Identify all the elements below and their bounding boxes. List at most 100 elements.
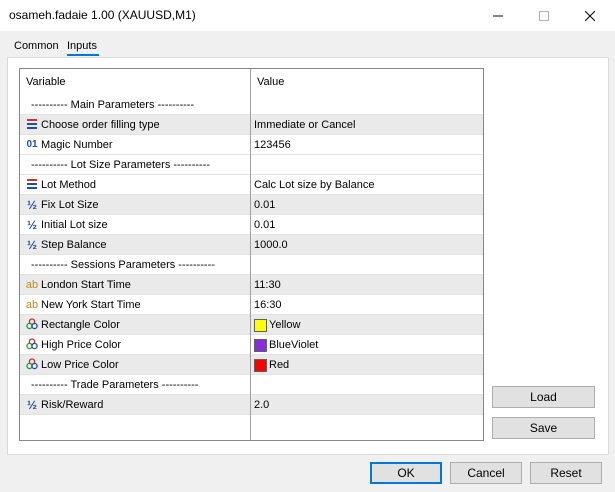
- value-text: Red: [269, 358, 290, 371]
- section-separator-row: ---------- Main Parameters ----------: [20, 95, 483, 115]
- active-tab-indicator: [67, 54, 99, 56]
- fraction-icon: ½: [26, 398, 37, 412]
- parameter-row[interactable]: High Price Color BlueViolet: [20, 335, 483, 355]
- variable-label: High Price Color: [41, 338, 122, 351]
- column-header-variable[interactable]: Variable: [20, 69, 250, 95]
- variable-cell: ½ Fix Lot Size: [20, 195, 250, 215]
- variable-cell: Rectangle Color: [20, 315, 250, 335]
- variable-cell: ½ Risk/Reward: [20, 395, 250, 415]
- variable-cell: ---------- Trade Parameters ----------: [20, 375, 250, 395]
- value-cell[interactable]: Calc Lot size by Balance: [251, 175, 483, 195]
- title-bar: osameh.fadaie 1.00 (XAUUSD,M1): [0, 0, 615, 31]
- variable-label: Step Balance: [41, 238, 107, 251]
- value-text: 0.01: [254, 198, 276, 211]
- fraction-icon: ½: [26, 238, 37, 252]
- value-cell[interactable]: Red: [251, 355, 483, 375]
- value-cell[interactable]: 123456: [251, 135, 483, 155]
- fraction-icon: ½: [26, 198, 37, 212]
- value-cell[interactable]: 16:30: [251, 295, 483, 315]
- value-text: 0.01: [254, 218, 276, 231]
- enum-icon: [25, 178, 39, 192]
- ok-button[interactable]: OK: [370, 462, 442, 484]
- variable-cell: ---------- Lot Size Parameters ---------…: [20, 155, 250, 175]
- load-button[interactable]: Load: [492, 386, 595, 408]
- value-cell[interactable]: 1000.0: [251, 235, 483, 255]
- value-cell[interactable]: 11:30: [251, 275, 483, 295]
- parameter-row[interactable]: ½ Risk/Reward 2.0: [20, 395, 483, 415]
- color-swatch[interactable]: [254, 358, 267, 372]
- variable-label: ---------- Main Parameters ----------: [31, 98, 195, 111]
- variable-label: ---------- Trade Parameters ----------: [31, 378, 199, 391]
- value-cell[interactable]: Immediate or Cancel: [251, 115, 483, 135]
- minimize-icon: [493, 15, 503, 16]
- parameter-row[interactable]: Choose order filling type Immediate or Ca…: [20, 115, 483, 135]
- value-cell[interactable]: 2.0: [251, 395, 483, 415]
- parameter-row[interactable]: ½ Fix Lot Size 0.01: [20, 195, 483, 215]
- parameter-row[interactable]: Lot Method Calc Lot size by Balance: [20, 175, 483, 195]
- inputs-grid: Variable Value ---------- Main Parameter…: [19, 68, 484, 441]
- value-cell[interactable]: Yellow: [251, 315, 483, 335]
- parameter-row[interactable]: Low Price Color Red: [20, 355, 483, 375]
- text-icon: ab: [25, 279, 39, 291]
- integer-icon: 01: [26, 139, 38, 150]
- parameter-row[interactable]: ab London Start Time 11:30: [20, 275, 483, 295]
- value-cell: [251, 375, 483, 395]
- variable-label: Risk/Reward: [41, 398, 104, 411]
- close-button[interactable]: [567, 0, 613, 31]
- color-icon: [25, 358, 39, 372]
- value-cell[interactable]: BlueViolet: [251, 335, 483, 355]
- value-cell: [251, 255, 483, 275]
- parameter-row[interactable]: 01 Magic Number 123456: [20, 135, 483, 155]
- text-icon: ab: [25, 299, 39, 311]
- window-title: osameh.fadaie 1.00 (XAUUSD,M1): [9, 8, 196, 22]
- value-cell[interactable]: 0.01: [251, 195, 483, 215]
- tab-common[interactable]: Common: [14, 40, 59, 52]
- variable-cell: ab New York Start Time: [20, 295, 250, 315]
- save-button[interactable]: Save: [492, 417, 595, 439]
- variable-cell: ½ Step Balance: [20, 235, 250, 255]
- parameter-row[interactable]: ½ Step Balance 1000.0: [20, 235, 483, 255]
- column-header-value[interactable]: Value: [251, 69, 483, 95]
- variable-label: Low Price Color: [41, 358, 119, 371]
- parameter-row[interactable]: ab New York Start Time 16:30: [20, 295, 483, 315]
- enum-icon: [25, 118, 39, 132]
- value-text: 123456: [254, 138, 291, 151]
- variable-label: Initial Lot size: [41, 218, 108, 231]
- section-separator-row: ---------- Trade Parameters ----------: [20, 375, 483, 395]
- value-text: Calc Lot size by Balance: [254, 178, 375, 191]
- variable-label: New York Start Time: [41, 298, 141, 311]
- variable-label: Magic Number: [41, 138, 113, 151]
- value-cell[interactable]: 0.01: [251, 215, 483, 235]
- value-cell: [251, 95, 483, 115]
- value-cell: [251, 155, 483, 175]
- maximize-button[interactable]: [521, 0, 567, 31]
- parameter-row[interactable]: ½ Initial Lot size 0.01: [20, 215, 483, 235]
- value-text: 16:30: [254, 298, 282, 311]
- color-swatch[interactable]: [254, 318, 267, 332]
- variable-cell: Choose order filling type: [20, 115, 250, 135]
- value-text: 1000.0: [254, 238, 288, 251]
- minimize-button[interactable]: [475, 0, 521, 31]
- parameter-row[interactable]: Rectangle Color Yellow: [20, 315, 483, 335]
- variable-cell: ---------- Sessions Parameters ---------…: [20, 255, 250, 275]
- variable-label: Rectangle Color: [41, 318, 120, 331]
- variable-cell: Low Price Color: [20, 355, 250, 375]
- color-icon: [25, 318, 39, 332]
- value-text: 2.0: [254, 398, 270, 411]
- variable-label: ---------- Sessions Parameters ---------…: [31, 258, 215, 271]
- variable-label: Lot Method: [41, 178, 97, 191]
- cancel-button[interactable]: Cancel: [450, 462, 522, 484]
- grid-header: Variable Value: [20, 69, 483, 95]
- tab-inputs[interactable]: Inputs: [67, 40, 97, 52]
- variable-cell: Lot Method: [20, 175, 250, 195]
- section-separator-row: ---------- Sessions Parameters ---------…: [20, 255, 483, 275]
- value-text: Immediate or Cancel: [254, 118, 356, 131]
- variable-cell: ab London Start Time: [20, 275, 250, 295]
- reset-button[interactable]: Reset: [530, 462, 602, 484]
- variable-cell: ½ Initial Lot size: [20, 215, 250, 235]
- color-swatch[interactable]: [254, 338, 267, 352]
- variable-label: Fix Lot Size: [41, 198, 99, 211]
- value-text: BlueViolet: [269, 338, 319, 351]
- variable-cell: ---------- Main Parameters ----------: [20, 95, 250, 115]
- variable-label: London Start Time: [41, 278, 131, 291]
